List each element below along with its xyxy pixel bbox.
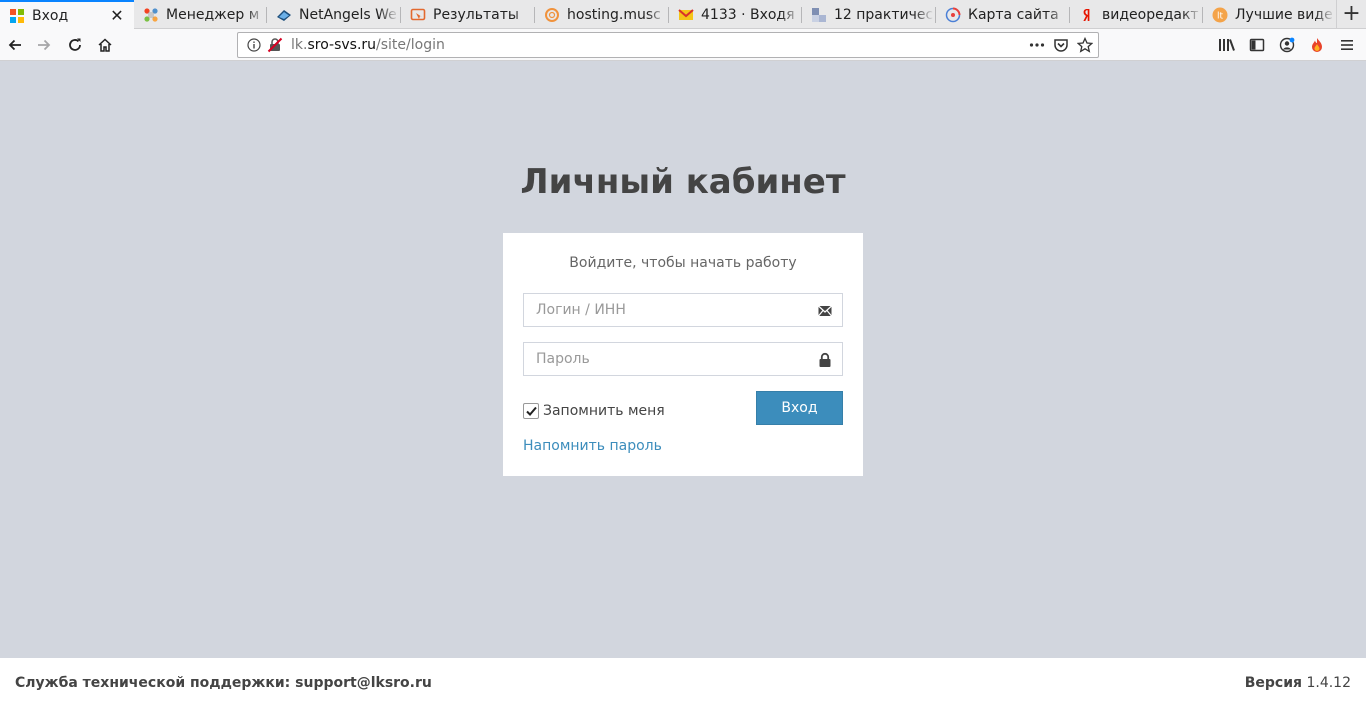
tab-practices[interactable]: 12 практичес — [802, 0, 935, 29]
sitemap-icon — [945, 7, 961, 23]
tab-video-editor[interactable]: видеоредакт — [1070, 0, 1202, 29]
tab-sitemap[interactable]: Карта сайта — [936, 0, 1069, 29]
version-info: Версия 1.4.12 — [1245, 675, 1351, 691]
login-input[interactable] — [524, 294, 842, 326]
page-title: Личный кабинет — [520, 162, 846, 202]
tab-login[interactable]: Вход ✕ — [0, 0, 134, 30]
tab-title: hosting.musc — [567, 6, 661, 23]
login-form: Войдите, чтобы начать работу Запомнить м… — [503, 233, 863, 476]
tab-strip: Вход ✕ Менеджер м NetAngels We Результат… — [0, 0, 1366, 30]
url-text[interactable]: lk.sro-svs.ru/site/login — [291, 37, 445, 53]
page-content: Личный кабинет Войдите, чтобы начать раб… — [0, 62, 1366, 657]
login-field — [523, 293, 843, 327]
close-tab-icon[interactable]: ✕ — [109, 8, 125, 24]
tab-title: NetAngels We — [299, 6, 397, 23]
home-button[interactable] — [92, 32, 118, 58]
checkmark-icon — [526, 406, 537, 416]
password-input[interactable] — [524, 343, 842, 375]
page-actions-icon[interactable] — [1028, 36, 1046, 54]
forgot-password-link[interactable]: Напомнить пароль — [523, 438, 662, 454]
yandex-icon — [1079, 7, 1095, 23]
url-actions — [1028, 36, 1094, 54]
tab-title: 4133 · Входя — [701, 6, 795, 23]
envelope-icon — [818, 305, 832, 317]
password-field — [523, 342, 843, 376]
remember-label: Запомнить меня — [543, 403, 665, 419]
tab-title: Результаты — [433, 6, 519, 23]
library-icon[interactable] — [1214, 32, 1240, 58]
remember-checkbox[interactable] — [523, 403, 539, 419]
address-bar[interactable]: lk.sro-svs.ru/site/login — [237, 32, 1099, 58]
footer: Служба технической поддержки: support@lk… — [0, 657, 1366, 707]
tab-hosting[interactable]: hosting.musc — [535, 0, 668, 29]
tab-title: видеоредакт — [1102, 6, 1199, 23]
windows-grid-icon — [9, 8, 25, 24]
pocket-icon[interactable] — [1052, 36, 1070, 54]
ring-icon — [544, 7, 560, 23]
results-icon — [410, 7, 426, 23]
tab-best-video[interactable]: lt Лучшие виде — [1203, 0, 1336, 29]
tab-joomla[interactable]: Менеджер м — [134, 0, 266, 29]
reload-button[interactable] — [62, 32, 88, 58]
menu-hamburger-icon[interactable] — [1334, 32, 1360, 58]
login-message: Войдите, чтобы начать работу — [569, 255, 797, 271]
support-text: Служба технической поддержки: support@lk… — [15, 675, 432, 691]
home-icon — [98, 38, 112, 52]
account-sync-icon[interactable] — [1274, 32, 1300, 58]
new-tab-button[interactable]: + — [1336, 0, 1366, 29]
mail-icon — [678, 7, 694, 23]
lock-icon — [819, 352, 831, 367]
tab-title: Карта сайта — [968, 6, 1059, 23]
sidebar-icon[interactable] — [1244, 32, 1270, 58]
tab-title: 12 практичес — [834, 6, 934, 23]
tab-title: Лучшие виде — [1235, 6, 1333, 23]
reload-icon — [69, 38, 81, 51]
lt-icon: lt — [1212, 7, 1228, 23]
navigation-toolbar: lk.sro-svs.ru/site/login — [0, 29, 1366, 61]
toolbar-right — [1214, 32, 1360, 58]
svg-text:lt: lt — [1217, 11, 1224, 21]
insecure-lock-icon[interactable] — [267, 37, 283, 53]
back-arrow-icon — [8, 39, 21, 51]
url-host: sro-svs.ru — [307, 37, 377, 53]
login-button[interactable]: Вход — [756, 391, 843, 425]
tab-results[interactable]: Результаты — [401, 0, 534, 29]
joomla-icon — [143, 7, 159, 23]
url-path: /site/login — [376, 37, 445, 53]
version-value: 1.4.12 — [1306, 675, 1351, 691]
back-button[interactable] — [2, 32, 28, 58]
blocks-icon — [811, 7, 827, 23]
tab-title: Менеджер м — [166, 6, 260, 23]
tab-title: Вход — [32, 8, 69, 24]
remember-me[interactable]: Запомнить меня — [523, 403, 665, 419]
netangels-icon — [276, 7, 292, 23]
url-prefix: lk. — [291, 37, 308, 53]
bookmark-star-icon[interactable] — [1076, 36, 1094, 54]
tab-mail[interactable]: 4133 · Входя — [669, 0, 801, 29]
forward-button[interactable] — [31, 32, 57, 58]
version-label: Версия — [1244, 675, 1303, 691]
extension-fire-icon[interactable] — [1304, 32, 1330, 58]
tab-netangels[interactable]: NetAngels We — [267, 0, 400, 29]
forward-arrow-icon — [38, 39, 51, 51]
info-icon[interactable] — [247, 38, 261, 52]
